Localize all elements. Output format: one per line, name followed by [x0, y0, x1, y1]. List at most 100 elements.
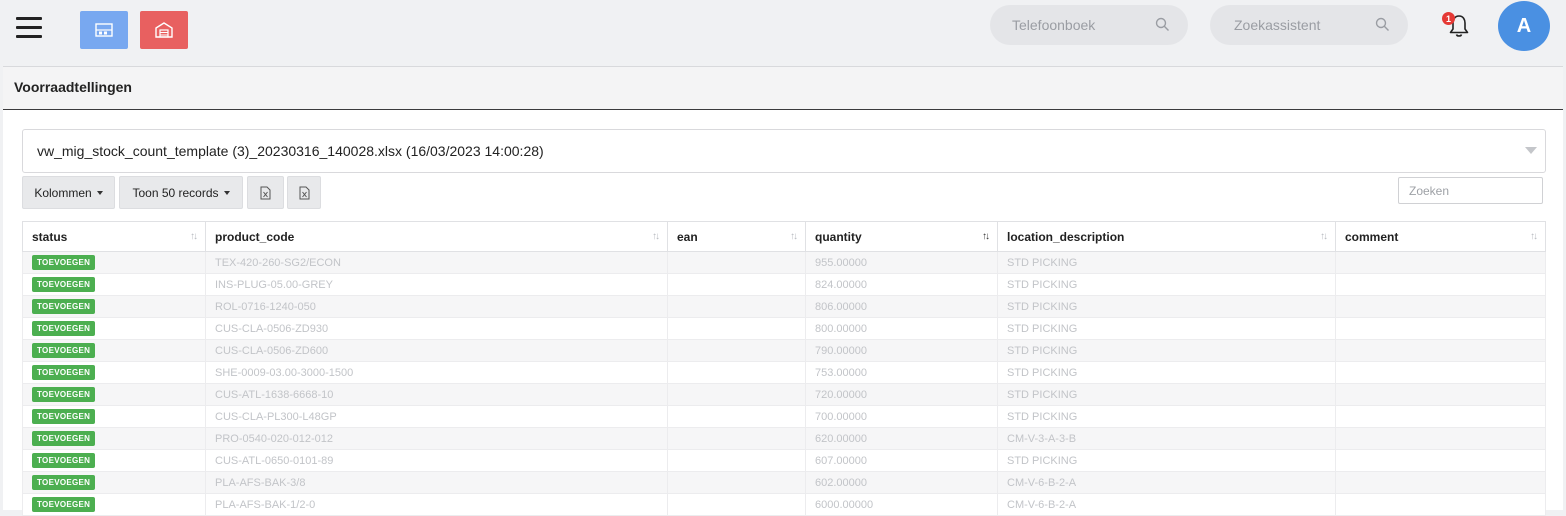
table-search-field[interactable] [1398, 177, 1543, 204]
column-header-label: comment [1345, 229, 1399, 244]
cell-value: STD PICKING [1007, 278, 1078, 291]
export-excel-button[interactable] [247, 176, 284, 209]
status-badge: TOEVOEGEN [32, 299, 96, 314]
table-cell-ean [667, 471, 806, 494]
column-header-product-code[interactable]: product_code ↑↓ [205, 221, 668, 252]
table-cell-ean [667, 449, 806, 472]
table-row[interactable]: TOEVOEGEN PLA-AFS-BAK-1/2-0 6000.00000 CM-V… [22, 493, 1546, 516]
table-cell-comment [1335, 295, 1546, 318]
top-bar: Telefoonboek Zoekassistent 1 A [0, 0, 1566, 66]
table-cell-product-code: ROL-0716-1240-050 [205, 295, 668, 318]
table-cell-quantity: 806.00000 [805, 295, 998, 318]
table-cell-product-code: PLA-AFS-BAK-3/8 [205, 471, 668, 494]
search-icon [1375, 17, 1389, 31]
phonebook-search[interactable]: Telefoonboek [990, 5, 1188, 45]
excel-file-icon [299, 186, 309, 199]
table-cell-status: TOEVOEGEN [22, 471, 206, 494]
table-cell-quantity: 607.00000 [805, 449, 998, 472]
export-excel-all-button[interactable] [287, 176, 321, 209]
table-cell-product-code: SHE-0009-03.00-3000-1500 [205, 361, 668, 384]
table-cell-product-code: CUS-ATL-1638-6668-10 [205, 383, 668, 406]
table-cell-ean [667, 317, 806, 340]
sort-desc-icon[interactable]: ↑↓ [982, 231, 990, 242]
status-badge: TOEVOEGEN [32, 343, 96, 358]
table-row[interactable]: TOEVOEGEN CUS-CLA-PL300-L48GP 700.00000 STD… [22, 405, 1546, 428]
status-badge: TOEVOEGEN [32, 321, 96, 336]
table-row[interactable]: TOEVOEGEN PLA-AFS-BAK-3/8 602.00000 CM-V-6-… [22, 471, 1546, 494]
columns-button-label: Kolommen [34, 185, 92, 200]
table-cell-quantity: 720.00000 [805, 383, 998, 406]
table-row[interactable]: TOEVOEGEN CUS-CLA-0506-ZD600 790.00000 STD … [22, 339, 1546, 362]
table-cell-location-description: STD PICKING [997, 317, 1336, 340]
chevron-down-icon [1525, 147, 1537, 154]
table-row[interactable]: TOEVOEGEN INS-PLUG-05.00-GREY 824.00000 STD… [22, 273, 1546, 296]
status-badge: TOEVOEGEN [32, 277, 96, 292]
cell-value: ROL-0716-1240-050 [215, 300, 316, 313]
cell-value: TEX-420-260-SG2/ECON [215, 256, 341, 269]
table-cell-location-description: STD PICKING [997, 295, 1336, 318]
cell-value: STD PICKING [1007, 344, 1078, 357]
warehouse-shelf-button[interactable] [80, 11, 128, 49]
table-cell-ean [667, 295, 806, 318]
sort-icon[interactable]: ↑↓ [190, 231, 198, 242]
table-cell-comment [1335, 427, 1546, 450]
table-cell-quantity: 6000.00000 [805, 493, 998, 516]
table-cell-ean [667, 493, 806, 516]
cell-value: 720.00000 [815, 388, 867, 401]
column-header-quantity[interactable]: quantity ↑↓ [805, 221, 998, 252]
table-search-input[interactable] [1407, 178, 1541, 203]
cell-value: INS-PLUG-05.00-GREY [215, 278, 333, 291]
section-header: Voorraadtellingen [3, 66, 1563, 111]
column-header-status[interactable]: status ↑↓ [22, 221, 206, 252]
table-cell-comment [1335, 251, 1546, 274]
notification-badge: 1 [1442, 12, 1455, 25]
table-cell-product-code: PLA-AFS-BAK-1/2-0 [205, 493, 668, 516]
file-dropdown[interactable]: vw_mig_stock_count_template (3)_20230316… [22, 129, 1546, 173]
show-records-button[interactable]: Toon 50 records [119, 176, 243, 209]
table-row[interactable]: TOEVOEGEN CUS-ATL-0650-0101-89 607.00000 ST… [22, 449, 1546, 472]
table-row[interactable]: TOEVOEGEN CUS-CLA-0506-ZD930 800.00000 STD … [22, 317, 1546, 340]
table-cell-comment [1335, 493, 1546, 516]
cell-value: 700.00000 [815, 410, 867, 423]
cell-value: STD PICKING [1007, 256, 1078, 269]
table-row[interactable]: TOEVOEGEN SHE-0009-03.00-3000-1500 753.000… [22, 361, 1546, 384]
cell-value: STD PICKING [1007, 322, 1078, 335]
column-header-ean[interactable]: ean ↑↓ [667, 221, 806, 252]
cell-value: 806.00000 [815, 300, 867, 313]
warehouse-button[interactable] [140, 11, 188, 49]
assistant-search[interactable]: Zoekassistent [1210, 5, 1408, 45]
caret-down-icon [96, 190, 103, 195]
cell-value: 6000.00000 [815, 498, 874, 511]
table-body: TOEVOEGEN TEX-420-260-SG2/ECON 955.00000 ST… [22, 251, 1546, 516]
cell-value: SHE-0009-03.00-3000-1500 [215, 366, 354, 379]
menu-icon[interactable] [16, 17, 42, 39]
table-cell-ean [667, 361, 806, 384]
table-cell-location-description: CM-V-6-B-2-A [997, 471, 1336, 494]
status-badge: TOEVOEGEN [32, 475, 96, 490]
sort-icon[interactable]: ↑↓ [652, 231, 660, 242]
table-cell-status: TOEVOEGEN [22, 295, 206, 318]
table-cell-ean [667, 273, 806, 296]
columns-button[interactable]: Kolommen [22, 176, 115, 209]
table-cell-quantity: 824.00000 [805, 273, 998, 296]
table-row[interactable]: TOEVOEGEN PRO-0540-020-012-012 620.00000 CM… [22, 427, 1546, 450]
status-badge: TOEVOEGEN [32, 365, 96, 380]
avatar[interactable]: A [1498, 1, 1550, 51]
cell-value: STD PICKING [1007, 366, 1078, 379]
sort-icon[interactable]: ↑↓ [1320, 231, 1328, 242]
column-header-comment[interactable]: comment ↑↓ [1335, 221, 1546, 252]
cell-value: CM-V-6-B-2-A [1007, 498, 1077, 511]
sort-icon[interactable]: ↑↓ [1530, 231, 1538, 242]
table-cell-status: TOEVOEGEN [22, 251, 206, 274]
status-badge: TOEVOEGEN [32, 387, 96, 402]
cell-value: 607.00000 [815, 454, 867, 467]
column-header-location-description[interactable]: location_description ↑↓ [997, 221, 1336, 252]
table-cell-product-code: INS-PLUG-05.00-GREY [205, 273, 668, 296]
table-row[interactable]: TOEVOEGEN ROL-0716-1240-050 806.00000 STD P… [22, 295, 1546, 318]
table-row[interactable]: TOEVOEGEN CUS-ATL-1638-6668-10 720.00000 ST… [22, 383, 1546, 406]
column-header-label: quantity [815, 229, 862, 244]
table-cell-status: TOEVOEGEN [22, 449, 206, 472]
table-row[interactable]: TOEVOEGEN TEX-420-260-SG2/ECON 955.00000 ST… [22, 251, 1546, 274]
sort-icon[interactable]: ↑↓ [790, 231, 798, 242]
table-cell-status: TOEVOEGEN [22, 405, 206, 428]
